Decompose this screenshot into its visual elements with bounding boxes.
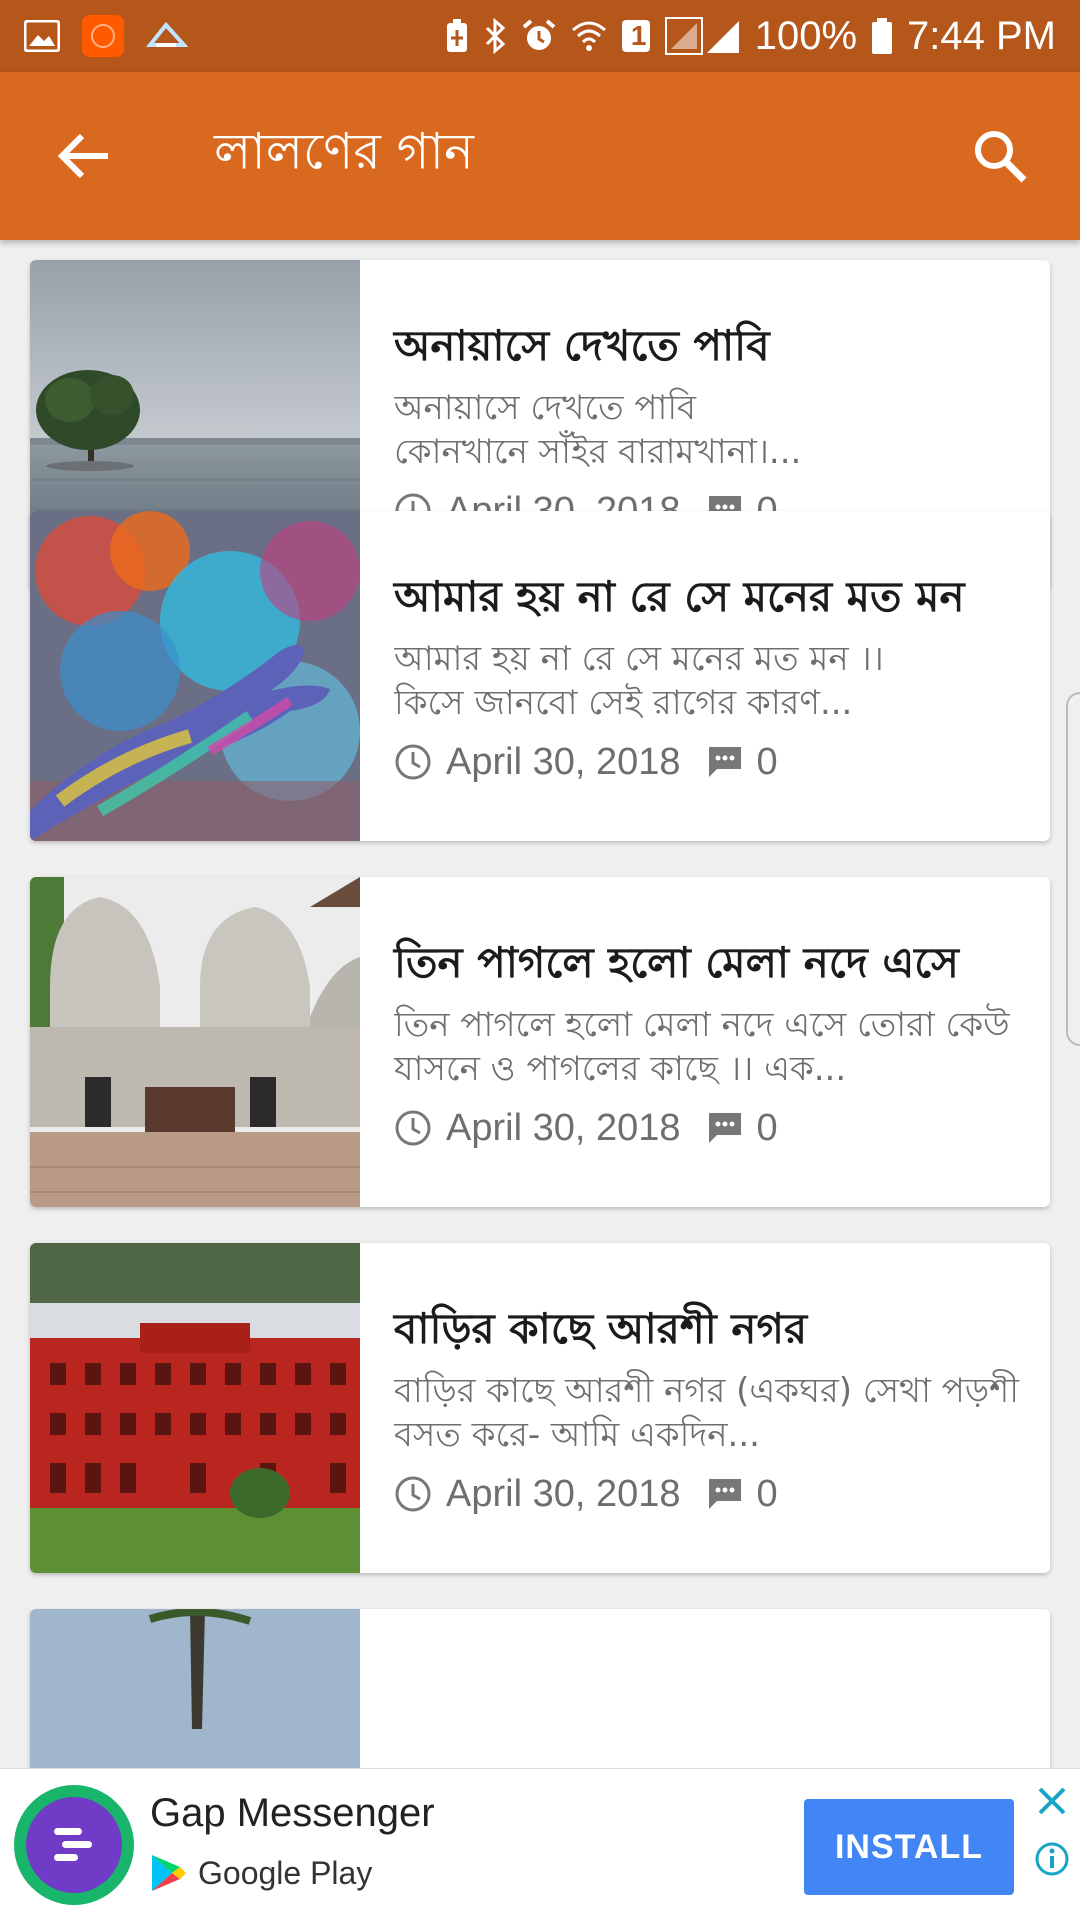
search-icon xyxy=(975,131,1027,183)
battery-saver-icon xyxy=(445,18,469,54)
clock-time: 7:44 PM xyxy=(907,13,1056,58)
bluetooth-icon xyxy=(483,18,507,54)
post-card[interactable]: বাড়ির কাছে আরশী নগর বাড়ির কাছে আরশী নগ… xyxy=(30,1243,1050,1573)
post-meta: April 30, 2018 0 xyxy=(394,1473,1026,1516)
post-card[interactable]: আমার হয় না রে সে মনের মত মন আমার হয় না… xyxy=(30,511,1050,841)
ad-store: Google Play xyxy=(150,1853,372,1893)
post-excerpt: আমার হয় না রে সে মনের মত মন ।। কিসে জান… xyxy=(394,638,884,723)
comment-count: 0 xyxy=(756,1106,778,1149)
post-date: April 30, 2018 xyxy=(446,1472,681,1515)
post-thumbnail-temples xyxy=(30,877,360,1207)
clock-icon xyxy=(394,1109,432,1147)
app-bar: লালণের গান xyxy=(0,72,1080,240)
comment-icon xyxy=(707,1477,743,1511)
signal-icon xyxy=(664,17,741,55)
install-button[interactable]: INSTALL xyxy=(804,1799,1014,1895)
comment-icon xyxy=(707,1111,743,1145)
status-right: 1 100% 7:44 PM xyxy=(445,14,1056,59)
post-thumbnail-holi-hand xyxy=(30,511,360,841)
chat-bubble-icon xyxy=(26,1797,122,1893)
info-icon[interactable] xyxy=(1034,1841,1070,1881)
post-excerpt: তিন পাগলে হলো মেলা নদে এসে তোরা কেউ যাসন… xyxy=(394,1004,1010,1089)
comment-count: 0 xyxy=(756,1472,778,1515)
battery-percent: 100% xyxy=(754,13,858,58)
arrow-left-icon xyxy=(58,133,108,179)
search-button[interactable] xyxy=(964,120,1036,192)
post-title[interactable]: তিন পাগলে হলো মেলা নদে এসে xyxy=(394,935,1026,991)
sim-slot-label: 1 xyxy=(630,20,647,51)
scroll-edge xyxy=(1066,692,1080,1046)
post-thumbnail-palm xyxy=(30,1609,360,1768)
image-icon xyxy=(24,20,60,52)
status-left xyxy=(24,15,188,57)
post-list: অনায়াসে দেখতে পাবি অনায়াসে দেখতে পাবি … xyxy=(0,240,1080,1768)
alarm-icon xyxy=(521,18,557,54)
wifi-icon xyxy=(571,18,607,54)
post-date: April 30, 2018 xyxy=(446,740,681,783)
battery-icon xyxy=(871,17,893,55)
ad-app-logo[interactable] xyxy=(14,1785,134,1905)
cloud-app-icon xyxy=(146,21,188,51)
post-body: তিন পাগলে হলো মেলা নদে এসে তিন পাগলে হলো… xyxy=(394,877,1026,1207)
status-bar: 1 100% 7:44 PM xyxy=(0,0,1080,72)
post-title[interactable]: আমার হয় না রে সে মনের মত মন xyxy=(394,569,1026,625)
post-card[interactable]: তিন পাগলে হলো মেলা নদে এসে তিন পাগলে হলো… xyxy=(30,877,1050,1207)
post-body: বাড়ির কাছে আরশী নগর বাড়ির কাছে আরশী নগ… xyxy=(394,1243,1026,1573)
post-meta: April 30, 2018 0 xyxy=(394,1107,1026,1150)
post-title[interactable]: বাড়ির কাছে আরশী নগর xyxy=(394,1301,1026,1357)
ad-banner[interactable]: Gap Messenger Google Play INSTALL xyxy=(0,1768,1080,1920)
post-thumbnail-red-building xyxy=(30,1243,360,1573)
post-excerpt: অনায়াসে দেখতে পাবি কোনখানে সাঁইর বারামখ… xyxy=(394,387,802,472)
post-meta: April 30, 2018 0 xyxy=(394,741,1026,784)
post-card[interactable] xyxy=(30,1609,1050,1768)
page-title: লালণের গান xyxy=(214,122,474,181)
app-icon xyxy=(82,15,124,57)
post-body: আমার হয় না রে সে মনের মত মন আমার হয় না… xyxy=(394,511,1026,841)
clock-icon xyxy=(394,1475,432,1513)
ad-store-label: Google Play xyxy=(198,1854,373,1891)
close-icon[interactable] xyxy=(1034,1783,1070,1823)
comment-count: 0 xyxy=(756,740,778,783)
post-excerpt: বাড়ির কাছে আরশী নগর (একঘর) সেথা পড়শী ব… xyxy=(394,1370,1019,1455)
ad-app-name[interactable]: Gap Messenger xyxy=(150,1791,435,1836)
clock-icon xyxy=(394,743,432,781)
post-title[interactable]: অনায়াসে দেখতে পাবি xyxy=(394,318,1026,374)
google-play-icon xyxy=(152,1855,186,1891)
back-button[interactable] xyxy=(48,120,120,192)
comment-icon xyxy=(707,745,743,779)
post-date: April 30, 2018 xyxy=(446,1106,681,1149)
